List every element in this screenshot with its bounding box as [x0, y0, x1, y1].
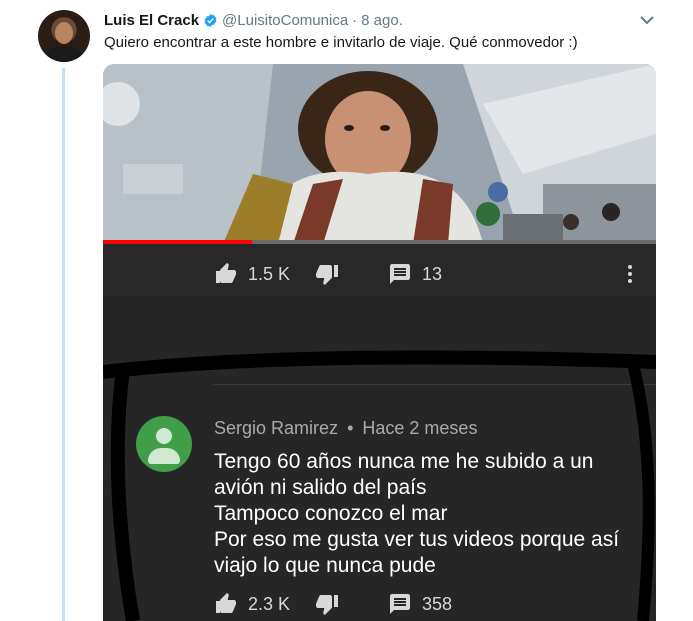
tweet-image[interactable]: 1.5 K 13 Sergio Ramirez • Hace 2 meses T… [103, 64, 656, 621]
comment-line: Tampoco conozco el mar [214, 502, 448, 525]
thumbs-down-icon [316, 265, 338, 285]
commenter-avatar[interactable] [136, 416, 192, 472]
comment-reply-count: 358 [422, 593, 453, 614]
like-count: 1.5 K [248, 263, 291, 284]
video-action-bar: 1.5 K 13 [103, 254, 656, 294]
comment-icon [390, 594, 410, 614]
chevron-down-icon[interactable] [637, 12, 657, 28]
tweet-timestamp[interactable]: 8 ago. [361, 12, 403, 29]
comment-time: Hace 2 meses [362, 418, 478, 438]
video-progress-remaining[interactable] [252, 240, 656, 244]
comment-line: Por eso me gusta ver tus videos porque a… [214, 528, 620, 551]
video-progress-played[interactable] [103, 240, 252, 244]
thumbs-up-icon [216, 593, 236, 613]
comment-line: Tengo 60 años nunca me he subido a un [214, 450, 594, 473]
separator-dot: · [352, 11, 358, 29]
divider [213, 384, 656, 385]
avatar[interactable] [38, 10, 90, 62]
comment-header: Sergio Ramirez • Hace 2 meses [214, 418, 477, 439]
comment-text: Tengo 60 años nunca me he subido a un av… [214, 449, 619, 579]
comment-section: Sergio Ramirez • Hace 2 meses Tengo 60 a… [103, 296, 656, 621]
comment-like-button[interactable]: 2.3 K [214, 592, 290, 616]
comment-reply-button[interactable]: 358 [388, 592, 452, 616]
thumbs-down-icon [316, 595, 338, 615]
comment-dislike-button[interactable] [315, 592, 349, 616]
tweet-header: Luis El Crack @LuisitoComunica · 8 ago. [104, 10, 653, 30]
tweet-text: Quiero encontrar a este hombre e invitar… [104, 34, 578, 51]
thumbs-up-icon [216, 263, 236, 283]
comments-button[interactable]: 13 [388, 262, 442, 286]
more-vert-icon[interactable] [618, 262, 642, 286]
author-handle[interactable]: @LuisitoComunica [222, 12, 348, 29]
comment-count: 13 [422, 263, 443, 284]
dislike-button[interactable] [315, 262, 349, 286]
comment-icon [390, 264, 410, 284]
comment-line: viajo lo que nunca pude [214, 554, 436, 577]
comment-action-bar: 2.3 K 358 [103, 588, 656, 618]
commenter-name[interactable]: Sergio Ramirez [214, 418, 338, 438]
comment-separator: • [347, 418, 354, 438]
like-button[interactable]: 1.5 K [214, 262, 290, 286]
author-name[interactable]: Luis El Crack [104, 12, 199, 29]
video-frame [103, 64, 656, 244]
thread-line [62, 68, 65, 621]
verified-icon [204, 13, 217, 27]
comment-line: avión ni salido del país [214, 476, 427, 499]
comment-like-count: 2.3 K [248, 593, 291, 614]
